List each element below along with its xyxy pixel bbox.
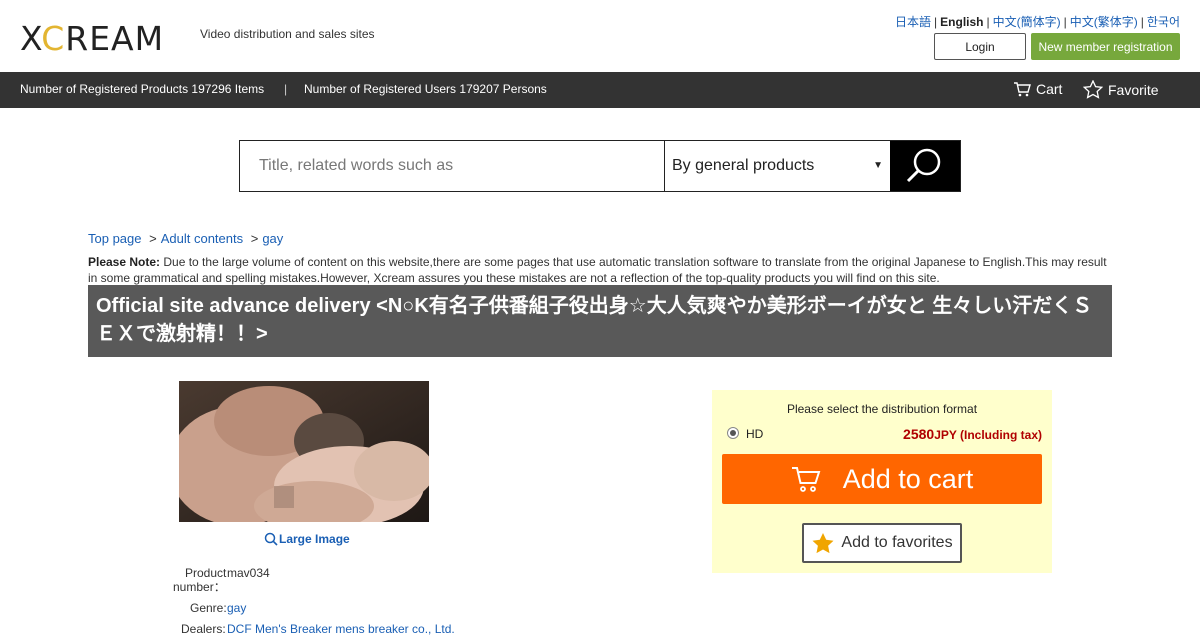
price: 2580JPY (Including tax) [903,426,1042,442]
site-logo[interactable]: XCREAM [20,19,164,58]
add-to-cart-label: Add to cart [842,463,974,494]
lang-korean[interactable]: 한국어 [1147,15,1180,29]
price-value: 2580 [903,426,935,442]
product-number-label-2: number： [173,580,226,594]
search-bar: By general products ▼ [239,140,961,192]
add-to-favorites-label: Add to favorites [841,534,953,551]
product-number-label: Product [185,566,227,580]
dealers-link[interactable]: DCF Men's Breaker mens breaker co., Ltd. [227,622,455,636]
cart-icon [791,467,821,492]
star-icon [812,532,834,553]
format-prompt: Please select the distribution format [786,402,978,416]
purchase-box: Please select the distribution format HD… [712,390,1052,573]
lang-chinese-simplified[interactable]: 中文(簡体字) [993,15,1061,29]
favorite-label: Favorite [1108,81,1159,98]
note-text: Due to the large volume of content on th… [88,255,1107,285]
breadcrumb: Top page > Adult contents > gay [88,231,283,246]
format-radio-hd[interactable] [727,427,739,439]
add-to-cart-button[interactable]: Add to cart [722,454,1042,504]
breadcrumb-separator: > [149,231,157,246]
lang-separator: | [986,15,990,29]
search-icon [906,148,941,183]
large-image-label: Large Image [279,532,350,546]
registered-users-count: Number of Registered Users 179207 Person… [304,82,547,96]
register-button[interactable]: New member registration [1031,33,1180,60]
login-button[interactable]: Login [934,33,1026,60]
logo-text-ream: REAM [65,19,165,58]
breadcrumb-top-page[interactable]: Top page [88,231,142,246]
product-title: Official site advance delivery <N○K有名子供番… [88,285,1112,357]
search-input[interactable] [240,141,664,191]
cart-icon [1014,82,1031,97]
logo-text-x: X [20,19,42,58]
lang-chinese-traditional[interactable]: 中文(繁体字) [1070,15,1138,29]
lang-separator: | [1063,15,1067,29]
large-image-link[interactable]: Large Image [264,532,350,546]
genre-link[interactable]: gay [227,601,246,615]
search-category-select[interactable]: By general products ▼ [664,141,890,191]
magnifier-icon [264,532,278,546]
cart-label: Cart [1036,81,1063,97]
breadcrumb-gay[interactable]: gay [262,231,283,246]
genre-label: Genre: [190,601,227,615]
site-tagline: Video distribution and sales sites [200,27,375,41]
price-suffix: JPY (Including tax) [934,428,1042,442]
stats-separator: | [284,82,288,96]
product-number-value: mav034 [227,566,270,580]
search-category-value: By general products [672,157,815,174]
site-header: XCREAM Video distribution and sales site… [0,0,1200,72]
favorite-link[interactable]: Favorite [1083,80,1159,99]
lang-separator: | [1140,15,1144,29]
dropdown-arrow-icon: ▼ [873,160,883,171]
breadcrumb-separator: > [250,231,259,246]
language-switcher: 日本語 | English | 中文(簡体字) | 中文(繁体字) | 한국어 [895,13,1180,30]
lang-japanese[interactable]: 日本語 [895,15,931,29]
add-to-favorites-button[interactable]: Add to favorites [802,523,962,563]
product-thumbnail[interactable] [179,381,429,522]
format-label-hd: HD [746,427,764,441]
lang-english-current: English [940,15,984,29]
star-outline-icon [1083,80,1103,99]
breadcrumb-adult-contents[interactable]: Adult contents [161,231,243,246]
logo-text-c: C [41,19,66,58]
registered-products-count: Number of Registered Products 197296 Ite… [20,82,265,96]
stats-bar: Number of Registered Products 197296 Ite… [0,72,1200,108]
lang-separator: | [934,15,938,29]
note-label: Please Note: [88,255,161,269]
product-photo-placeholder [179,381,429,522]
dealers-label: Dealers: [181,622,226,636]
cart-link[interactable]: Cart [1013,80,1062,98]
search-button[interactable] [890,141,960,191]
translation-note: Please Note: Due to the large volume of … [88,254,1108,286]
